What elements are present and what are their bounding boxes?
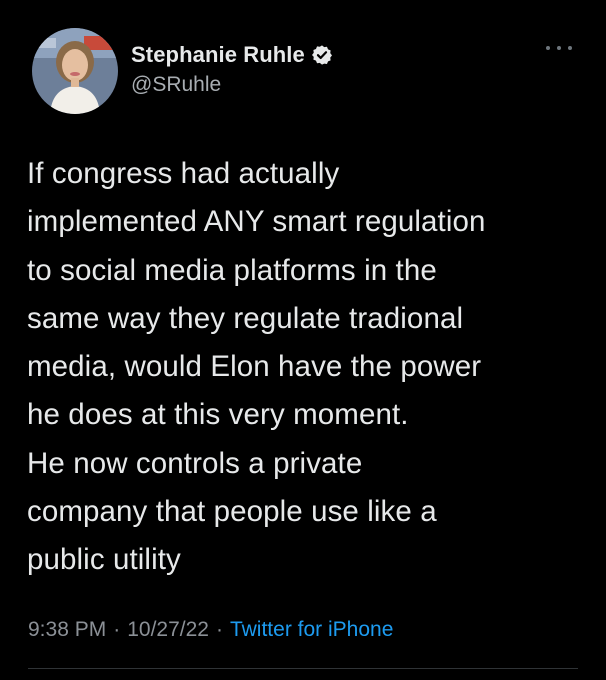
more-dot xyxy=(568,46,572,50)
avatar[interactable] xyxy=(32,28,118,114)
author-name-row[interactable]: Stephanie Ruhle xyxy=(131,42,333,68)
divider xyxy=(28,668,578,669)
more-dot xyxy=(546,46,550,50)
meta-separator: · xyxy=(215,618,223,641)
author-handle[interactable]: @SRuhle xyxy=(131,73,221,97)
avatar-image xyxy=(32,28,118,114)
tweet-text: If congress had actually implemented ANY… xyxy=(27,157,486,577)
tweet-card: Stephanie Ruhle @SRuhle If congress had … xyxy=(0,0,606,680)
verified-badge-icon xyxy=(311,44,333,66)
author-display-name[interactable]: Stephanie Ruhle xyxy=(131,42,305,68)
tweet-source-link[interactable]: Twitter for iPhone xyxy=(230,618,393,642)
meta-separator: · xyxy=(113,618,121,641)
more-options-icon[interactable] xyxy=(546,38,572,58)
tweet-time[interactable]: 9:38 PM xyxy=(28,618,106,642)
more-dot xyxy=(557,46,561,50)
tweet-date[interactable]: 10/27/22 xyxy=(127,618,209,642)
tweet-meta: 9:38 PM · 10/27/22 · Twitter for iPhone xyxy=(28,618,393,642)
